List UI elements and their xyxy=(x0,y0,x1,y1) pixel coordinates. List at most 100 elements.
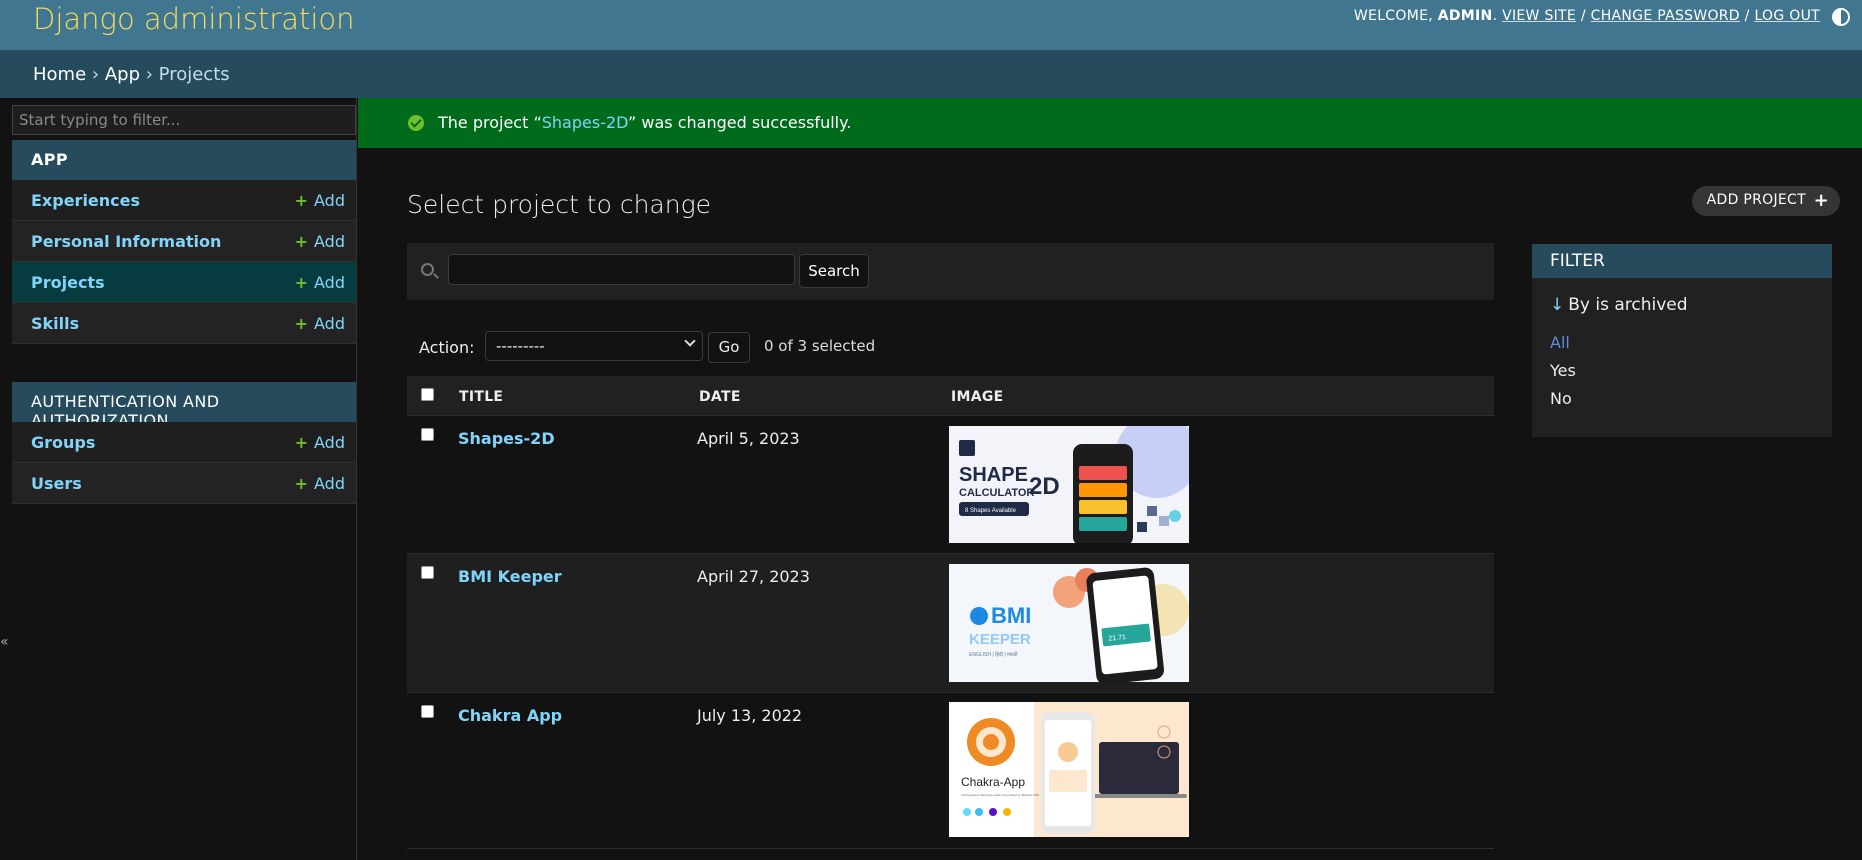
row-date: April 5, 2023 xyxy=(697,429,800,448)
project-thumbnail: SHAPE CALCULATOR 2D 8 Shapes Available xyxy=(949,426,1189,543)
row-date: July 13, 2022 xyxy=(697,706,803,725)
sidebar-item-experiences[interactable]: Experiences + Add xyxy=(12,180,356,221)
add-label: Add xyxy=(314,191,345,210)
column-header-image[interactable]: IMAGE xyxy=(951,389,1004,405)
thumb-badge: 8 Shapes Available xyxy=(965,508,1017,514)
row-date: April 27, 2023 xyxy=(697,567,810,586)
thumb-brand: BMI xyxy=(991,603,1031,628)
plus-icon: + xyxy=(294,433,309,452)
plus-icon: + xyxy=(294,191,309,210)
action-select[interactable]: --------- xyxy=(485,331,703,361)
table-row: Shapes-2D April 5, 2023 SHAPE CALCULATOR… xyxy=(407,416,1494,554)
sidebar-item-skills[interactable]: Skills + Add xyxy=(12,303,356,344)
project-thumbnail: BMI KEEPER ENGLISH | हिंदी | मराठी 21.71 xyxy=(949,564,1189,682)
add-project-link[interactable]: + Add xyxy=(295,273,345,292)
module-caption-auth[interactable]: AUTHENTICATION AND AUTHORIZATION xyxy=(12,382,356,430)
sidebar-collapse-icon[interactable]: « xyxy=(0,634,9,650)
logout-link[interactable]: LOG OUT xyxy=(1754,8,1820,24)
message-object-link[interactable]: Shapes-2D xyxy=(542,113,628,132)
column-header-date[interactable]: DATE xyxy=(699,389,741,405)
row-title-link[interactable]: Chakra App xyxy=(458,706,562,725)
search-button[interactable]: Search xyxy=(799,254,869,288)
add-project-label: ADD PROJECT xyxy=(1706,192,1806,208)
action-select-value: --------- xyxy=(496,337,545,355)
view-site-link[interactable]: VIEW SITE xyxy=(1502,8,1576,24)
breadcrumb-home[interactable]: Home xyxy=(33,64,86,85)
main-content: The project “Shapes-2D” was changed succ… xyxy=(358,98,1862,860)
filter-subheading-label: By is archived xyxy=(1568,295,1688,315)
actions-bar: Action: --------- Go 0 of 3 selected xyxy=(407,331,1107,363)
row-title-link[interactable]: Shapes-2D xyxy=(458,429,555,448)
sidebar-item-label[interactable]: Users xyxy=(31,474,82,493)
add-label: Add xyxy=(314,474,345,493)
add-skill-link[interactable]: + Add xyxy=(295,314,345,333)
breadcrumb-separator: › xyxy=(91,64,100,85)
plus-icon: + xyxy=(294,474,309,493)
check-circle-icon xyxy=(408,115,424,131)
select-all-checkbox[interactable] xyxy=(421,388,434,401)
search-input[interactable] xyxy=(448,254,795,285)
sidebar-item-label[interactable]: Personal Information xyxy=(31,232,221,251)
table-row: Chakra App July 13, 2022 Chakra-App A Pr… xyxy=(407,693,1494,849)
contrast-toggle-icon[interactable] xyxy=(1832,8,1850,26)
plus-icon: + xyxy=(294,314,309,333)
plus-icon: + xyxy=(1813,190,1829,211)
sidebar-item-users[interactable]: Users + Add xyxy=(12,463,356,504)
plus-icon: + xyxy=(294,232,309,251)
sidebar-item-personal-information[interactable]: Personal Information + Add xyxy=(12,221,356,262)
module-app: APP Experiences + Add Personal Informatio… xyxy=(12,140,356,344)
thumb-tagline: A Progressive Web App made using React &… xyxy=(961,793,1039,797)
user-tools: WELCOME, ADMIN. VIEW SITE / CHANGE PASSW… xyxy=(1354,8,1820,24)
separator: / xyxy=(1744,8,1750,24)
add-label: Add xyxy=(314,433,345,452)
changelist-filter: FILTER ↓ By is archived All Yes No xyxy=(1532,244,1832,437)
add-experience-link[interactable]: + Add xyxy=(295,191,345,210)
thumb-num: 2D xyxy=(1029,473,1060,500)
add-user-link[interactable]: + Add xyxy=(295,474,345,493)
add-personal-information-link[interactable]: + Add xyxy=(295,232,345,251)
thumb-sub: KEEPER xyxy=(969,631,1031,648)
username: ADMIN xyxy=(1437,8,1493,24)
table-header: TITLE DATE IMAGE xyxy=(407,376,1494,416)
add-label: Add xyxy=(314,314,345,333)
success-message: The project “Shapes-2D” was changed succ… xyxy=(358,98,1862,148)
sidebar-item-label[interactable]: Experiences xyxy=(31,191,140,210)
filter-choice-no[interactable]: No xyxy=(1550,389,1572,408)
add-project-button[interactable]: ADD PROJECT + xyxy=(1691,186,1840,216)
thumb-sub: CALCULATOR xyxy=(959,487,1034,499)
site-branding[interactable]: Django administration xyxy=(33,2,355,36)
message-prefix: The project “ xyxy=(438,113,542,132)
filter-subheading[interactable]: ↓ By is archived xyxy=(1550,295,1688,315)
row-checkbox[interactable] xyxy=(421,428,434,441)
filter-choice-all[interactable]: All xyxy=(1550,333,1570,352)
breadcrumb-separator: › xyxy=(145,64,153,85)
separator: / xyxy=(1580,8,1586,24)
nav-filter-input[interactable]: Start typing to filter... xyxy=(12,105,356,135)
thumb-brand: SHAPE xyxy=(959,464,1028,486)
change-password-link[interactable]: CHANGE PASSWORD xyxy=(1591,8,1740,24)
nav-sidebar: Start typing to filter... APP Experience… xyxy=(0,98,357,860)
row-title-link[interactable]: BMI Keeper xyxy=(458,567,562,586)
add-label: Add xyxy=(314,273,345,292)
row-checkbox[interactable] xyxy=(421,566,434,579)
filter-choice-yes[interactable]: Yes xyxy=(1550,361,1576,380)
thumb-brand: Chakra-App xyxy=(961,775,1025,789)
site-header: Django administration WELCOME, ADMIN. VI… xyxy=(0,0,1862,50)
sidebar-item-label[interactable]: Projects xyxy=(31,273,105,292)
sidebar-item-groups[interactable]: Groups + Add xyxy=(12,422,356,463)
project-thumbnail: Chakra-App A Progressive Web App made us… xyxy=(949,702,1189,837)
sidebar-item-label[interactable]: Groups xyxy=(31,433,95,452)
add-label: Add xyxy=(314,232,345,251)
chakra-app-thumbnail-image: Chakra-App A Progressive Web App made us… xyxy=(949,702,1189,837)
go-button[interactable]: Go xyxy=(708,332,750,363)
module-caption-app[interactable]: APP xyxy=(12,140,356,180)
add-group-link[interactable]: + Add xyxy=(295,433,345,452)
sidebar-item-label[interactable]: Skills xyxy=(31,314,79,333)
thumb-langs: ENGLISH | हिंदी | मराठी xyxy=(969,651,1018,658)
sidebar-item-projects[interactable]: Projects + Add xyxy=(12,262,356,303)
column-header-title[interactable]: TITLE xyxy=(459,389,503,405)
row-checkbox[interactable] xyxy=(421,705,434,718)
message-suffix: ” was changed successfully. xyxy=(628,113,852,132)
plus-icon: + xyxy=(294,273,309,292)
breadcrumb-app[interactable]: App xyxy=(105,64,140,85)
